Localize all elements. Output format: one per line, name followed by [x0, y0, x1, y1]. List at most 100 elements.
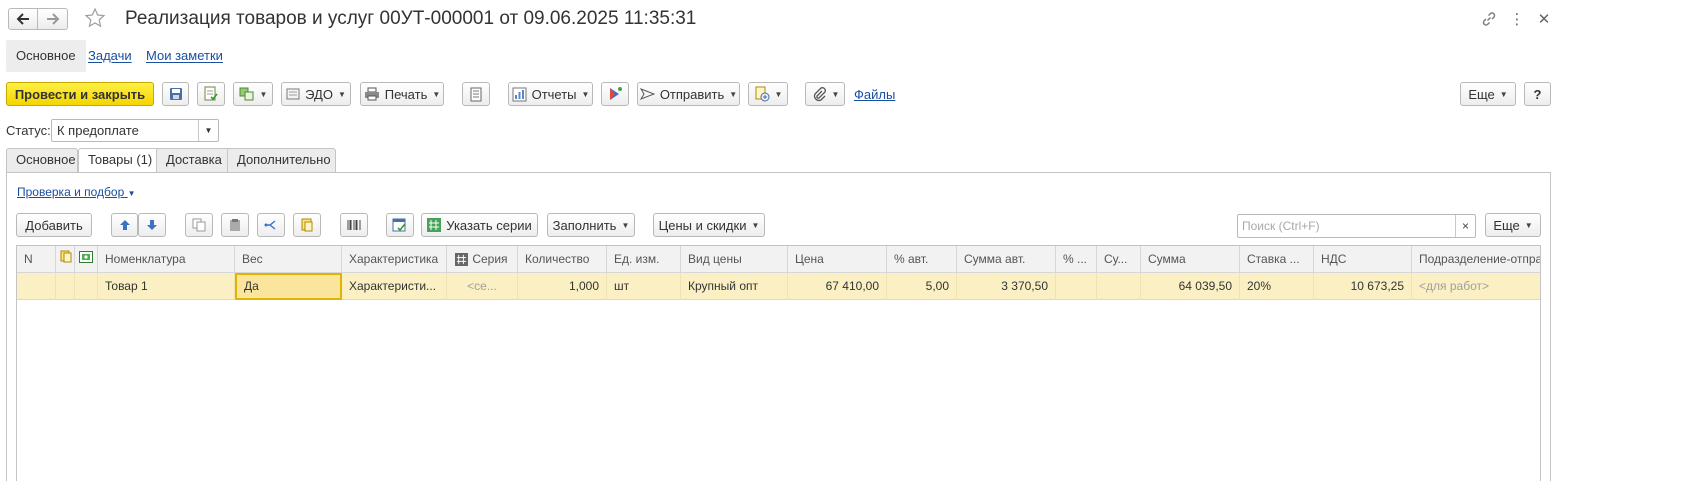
- post-button[interactable]: [197, 82, 225, 106]
- forward-button[interactable]: [38, 8, 68, 30]
- col-header-characteristic[interactable]: Характеристика: [342, 246, 447, 273]
- attach-file-button[interactable]: ▼: [805, 82, 845, 106]
- print-button[interactable]: Печать ▼: [360, 82, 444, 106]
- add-row-button[interactable]: Добавить: [16, 213, 92, 237]
- table-more-button[interactable]: Еще ▼: [1485, 213, 1541, 237]
- cell-vat[interactable]: 10 673,25: [1314, 273, 1412, 300]
- chevron-down-icon[interactable]: ▼: [198, 120, 218, 141]
- cell-characteristic[interactable]: Характеристи...: [342, 273, 447, 300]
- cell-weight[interactable]: Да: [235, 273, 342, 300]
- status-select[interactable]: К предоплате ▼: [51, 119, 219, 142]
- cell-sum[interactable]: 64 039,50: [1141, 273, 1240, 300]
- cell-doc[interactable]: [56, 273, 75, 300]
- paste-button[interactable]: [221, 213, 249, 237]
- col-header-quantity[interactable]: Количество: [518, 246, 607, 273]
- tab-main[interactable]: Основное: [6, 40, 86, 72]
- cell-manual-sum[interactable]: [1097, 273, 1141, 300]
- col-header-unit[interactable]: Ед. изм.: [607, 246, 681, 273]
- col-header-nomenclature[interactable]: Номенклатура: [98, 246, 235, 273]
- cell-nomenclature[interactable]: Товар 1: [98, 273, 235, 300]
- table-row[interactable]: Товар 1 Да Характеристи... <се... 1,000 …: [17, 273, 1540, 300]
- cell-manual-percent[interactable]: [1056, 273, 1097, 300]
- barcode-scan-button[interactable]: [340, 213, 368, 237]
- goods-table: N Номенклатура Вес Характеристика Серия …: [16, 245, 1541, 481]
- search-input[interactable]: [1238, 215, 1455, 237]
- tab-my-notes[interactable]: Мои заметки: [136, 40, 233, 72]
- close-icon[interactable]: ✕: [1534, 9, 1554, 29]
- cell-auto-sum[interactable]: 3 370,50: [957, 273, 1056, 300]
- document-journal-button[interactable]: [462, 82, 490, 106]
- col-header-vat-rate[interactable]: Ставка ...: [1240, 246, 1314, 273]
- col-header-money[interactable]: [75, 246, 98, 273]
- col-header-manual-percent[interactable]: % ...: [1056, 246, 1097, 273]
- col-header-series[interactable]: Серия: [447, 246, 518, 273]
- move-up-button[interactable]: [111, 213, 138, 237]
- prices-discounts-button[interactable]: Цены и скидки ▼: [653, 213, 765, 237]
- title-bar: Реализация товаров и услуг 00УТ-000001 о…: [0, 0, 1702, 36]
- chevron-down-icon: ▼: [259, 89, 268, 99]
- more-vertical-icon[interactable]: ⋮: [1507, 9, 1527, 29]
- move-down-button[interactable]: [138, 213, 166, 237]
- paste-icon: [227, 217, 243, 233]
- attachments-menu-button[interactable]: ▼: [748, 82, 788, 106]
- files-link[interactable]: Файлы: [854, 87, 895, 102]
- post-and-close-button[interactable]: Провести и закрыть: [6, 82, 154, 106]
- chevron-down-icon: ▼: [831, 89, 840, 99]
- check-list-button[interactable]: [386, 213, 414, 237]
- col-header-doc[interactable]: [56, 246, 75, 273]
- chevron-down-icon: ▼: [581, 89, 590, 99]
- run-workflow-button[interactable]: [601, 82, 629, 106]
- col-header-manual-sum[interactable]: Су...: [1097, 246, 1141, 273]
- chevron-down-icon: ▼: [337, 89, 346, 99]
- more-button[interactable]: Еще ▼: [1460, 82, 1516, 106]
- col-header-auto-percent[interactable]: % авт.: [887, 246, 957, 273]
- split-icon: [263, 217, 279, 233]
- document-yellow-icon: [58, 249, 74, 265]
- col-header-auto-sum[interactable]: Сумма авт.: [957, 246, 1056, 273]
- fill-button[interactable]: Заполнить ▼: [547, 213, 635, 237]
- cell-auto-percent[interactable]: 5,00: [887, 273, 957, 300]
- check-and-select-link[interactable]: Проверка и подбор ▼: [17, 185, 136, 199]
- cell-series[interactable]: <се...: [447, 273, 518, 300]
- edo-button[interactable]: ЭДО ▼: [281, 82, 351, 106]
- col-header-vat[interactable]: НДС: [1314, 246, 1412, 273]
- copy-row-button[interactable]: [185, 213, 213, 237]
- save-icon: [168, 86, 184, 102]
- col-header-sum[interactable]: Сумма: [1141, 246, 1240, 273]
- chevron-down-icon: ▼: [432, 89, 441, 99]
- pick-items-button[interactable]: [293, 213, 321, 237]
- col-header-n[interactable]: N: [17, 246, 56, 273]
- cell-price-type[interactable]: Крупный опт: [681, 273, 788, 300]
- col-header-price-type[interactable]: Вид цены: [681, 246, 788, 273]
- tab-tasks[interactable]: Задачи: [78, 40, 142, 72]
- help-button[interactable]: ?: [1524, 82, 1551, 106]
- send-button[interactable]: Отправить ▼: [637, 82, 740, 106]
- tab-additional[interactable]: Дополнительно: [227, 148, 336, 172]
- cell-quantity[interactable]: 1,000: [518, 273, 607, 300]
- cell-price[interactable]: 67 410,00: [788, 273, 887, 300]
- reports-button[interactable]: Отчеты ▼: [508, 82, 593, 106]
- cell-unit[interactable]: шт: [607, 273, 681, 300]
- split-row-button[interactable]: [257, 213, 285, 237]
- cell-dispatch-unit[interactable]: <для работ>: [1412, 273, 1540, 300]
- col-header-weight[interactable]: Вес: [235, 246, 342, 273]
- cell-money[interactable]: [75, 273, 98, 300]
- tab-delivery[interactable]: Доставка: [156, 148, 233, 172]
- tab-doc-main[interactable]: Основное: [6, 148, 78, 172]
- create-based-on-button[interactable]: ▼: [233, 82, 273, 106]
- cell-n[interactable]: [17, 273, 56, 300]
- money-icon: [78, 249, 94, 265]
- clear-search-button[interactable]: ×: [1455, 215, 1475, 237]
- link-icon[interactable]: [1479, 9, 1499, 29]
- star-icon[interactable]: [84, 7, 106, 32]
- back-button[interactable]: [8, 8, 38, 30]
- specify-series-button[interactable]: Указать серии: [421, 213, 538, 237]
- post-document-icon: [203, 86, 219, 102]
- specify-series-label: Указать серии: [446, 217, 532, 233]
- col-header-dispatch-unit[interactable]: Подразделение-отпра: [1412, 246, 1540, 273]
- col-header-price[interactable]: Цена: [788, 246, 887, 273]
- save-button[interactable]: [162, 82, 189, 106]
- cell-vat-rate[interactable]: 20%: [1240, 273, 1314, 300]
- tab-goods[interactable]: Товары (1): [78, 148, 162, 173]
- fill-label: Заполнить: [552, 217, 617, 233]
